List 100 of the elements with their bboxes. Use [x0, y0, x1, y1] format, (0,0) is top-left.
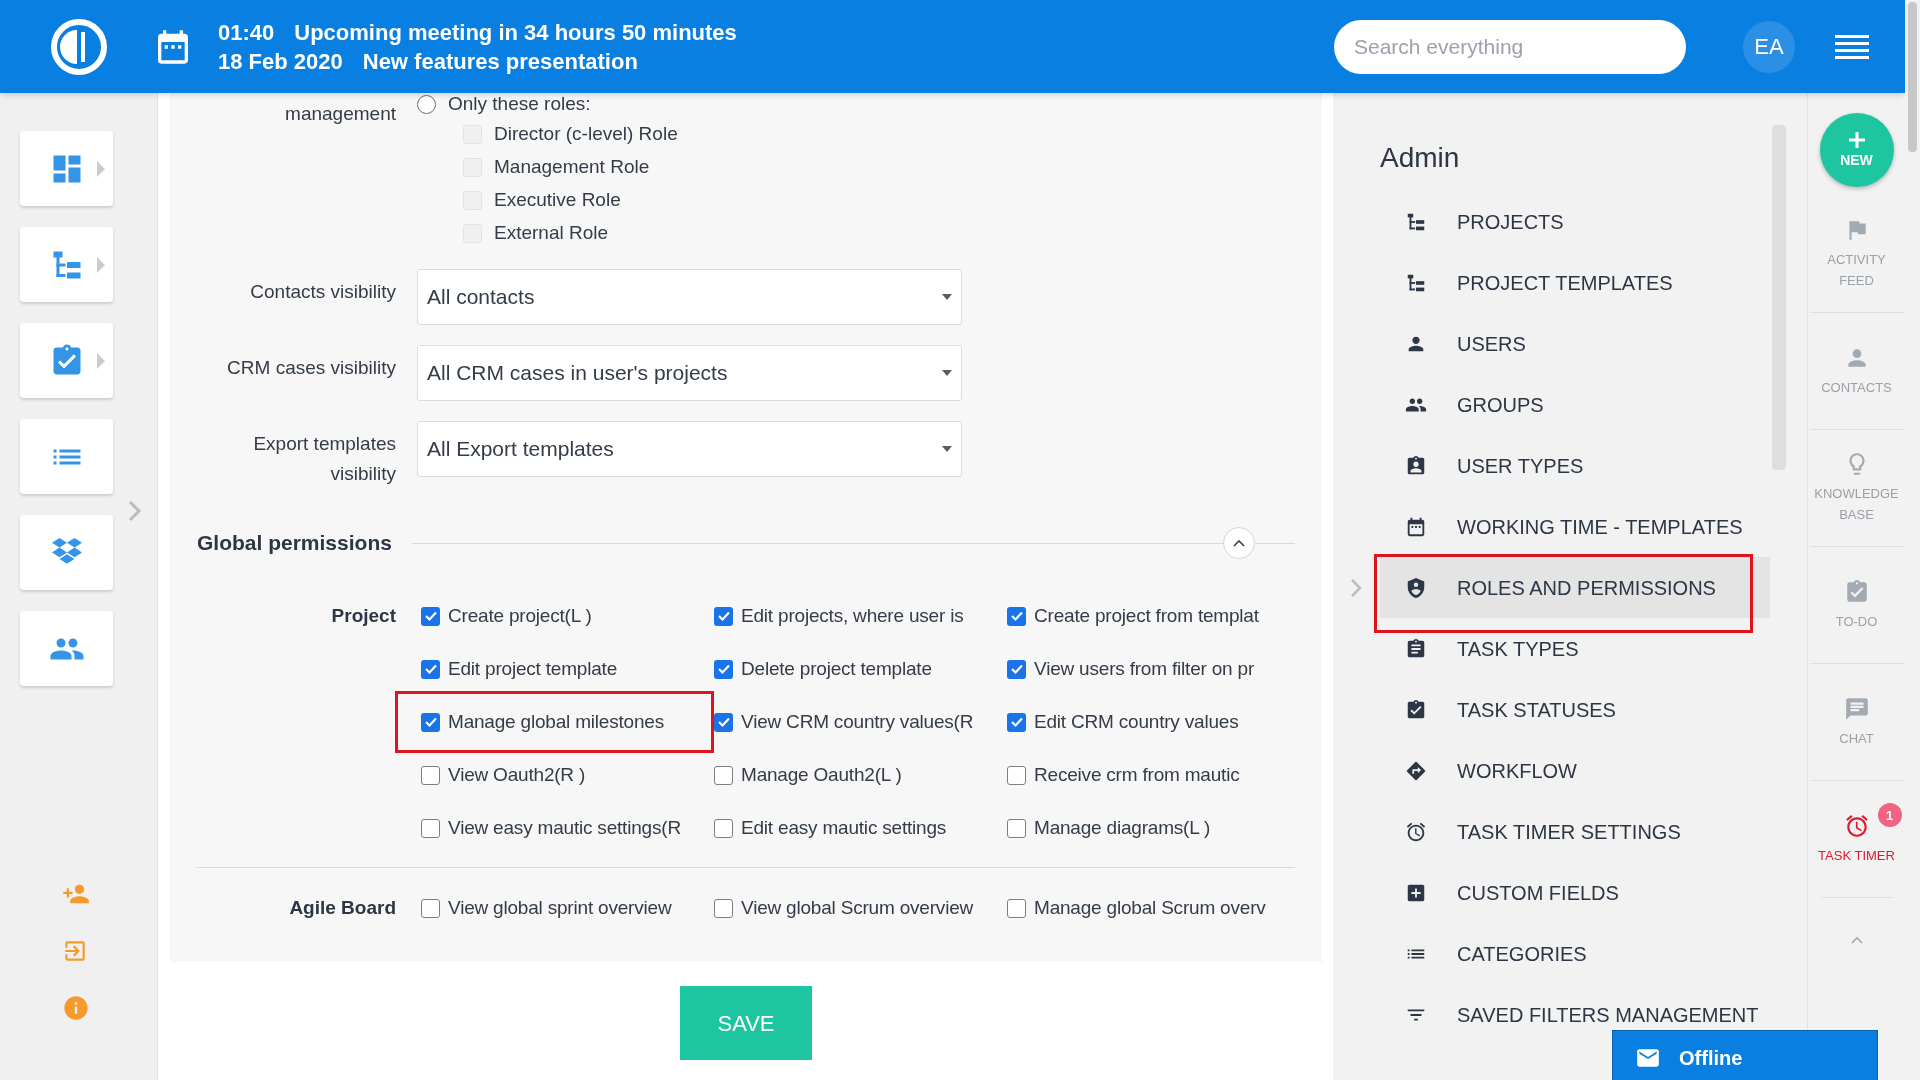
permission-label: View users from filter on pr: [1034, 656, 1255, 681]
menu-item[interactable]: WORKING TIME - TEMPLATES: [1380, 496, 1770, 557]
logo-icon[interactable]: [50, 17, 108, 76]
permission-label: Manage global milestones: [448, 709, 664, 734]
option-label: Only these roles:: [448, 91, 591, 116]
nav-card[interactable]: [20, 131, 113, 206]
checkbox[interactable]: [714, 818, 733, 838]
dropdown[interactable]: All CRM cases in user's projects: [417, 345, 962, 401]
chevron-up-icon[interactable]: [1850, 936, 1863, 944]
dropdown[interactable]: All contacts: [417, 269, 962, 325]
menu-item[interactable]: GROUPS: [1380, 374, 1770, 435]
panel-title: Admin: [1379, 141, 1461, 175]
caret-icon: [97, 161, 105, 177]
clipboard-icon: [1405, 637, 1427, 660]
field-label: Export templates visibility: [253, 433, 396, 484]
permission-label: View Oauth2(R ): [448, 762, 586, 787]
check-icon: [716, 662, 731, 676]
menu-item[interactable]: PROJECTS: [1380, 191, 1770, 252]
calendar-icon: [1405, 515, 1427, 538]
meeting-date: 18 Feb 2020: [218, 47, 343, 76]
role-label: Executive Role: [494, 188, 621, 213]
checkbox[interactable]: [421, 765, 440, 785]
menu-icon[interactable]: [1835, 33, 1869, 60]
menu-item[interactable]: TASK TYPES: [1380, 618, 1770, 679]
dropdown[interactable]: All Export templates: [417, 421, 962, 477]
permission-label: Edit project template: [448, 656, 617, 681]
check-icon: [716, 609, 731, 623]
menu-item[interactable]: PROJECT TEMPLATES: [1380, 252, 1770, 313]
meeting-title[interactable]: Upcoming meeting in 34 hours 50 minutes: [294, 17, 737, 47]
permission-label: Receive crm from mautic: [1034, 762, 1240, 787]
scrollbar-thumb[interactable]: [1908, 2, 1917, 152]
menu-item[interactable]: TASK STATUSES: [1380, 679, 1770, 740]
permission-label: Manage Oauth2(L ): [741, 762, 902, 787]
checkbox[interactable]: [714, 606, 733, 626]
search-field[interactable]: Search everything: [1334, 19, 1686, 74]
checkbox[interactable]: [714, 659, 733, 679]
permission-label: Edit CRM country values: [1034, 709, 1239, 734]
checkbox[interactable]: [421, 898, 440, 918]
nav-card[interactable]: [20, 227, 113, 302]
role-label: Management Role: [494, 155, 650, 180]
check-icon: [423, 609, 438, 623]
shield-icon: [1405, 576, 1427, 599]
group-label: Project: [331, 605, 396, 626]
nav-card[interactable]: [20, 323, 113, 398]
checkbox[interactable]: [1007, 765, 1026, 785]
alarm-clock-icon: [1405, 820, 1427, 843]
checkbox[interactable]: [1007, 606, 1026, 626]
menu-item[interactable]: TASK TIMER SETTINGS: [1380, 801, 1770, 862]
permission-label: View easy mautic settings(R: [448, 815, 681, 840]
checkbox[interactable]: [1007, 712, 1026, 732]
caret-down-icon: [942, 294, 952, 300]
checkbox[interactable]: [1007, 898, 1026, 918]
menu-item[interactable]: USERS: [1380, 313, 1770, 374]
menu-item[interactable]: CATEGORIES: [1380, 923, 1770, 984]
caret-down-icon: [942, 370, 952, 376]
permission-label: View global Scrum overview: [741, 895, 974, 920]
check-icon: [423, 715, 438, 729]
enter-icon: [62, 938, 88, 964]
diamond-arrow-icon: [1405, 759, 1427, 782]
checkbox[interactable]: [421, 818, 440, 838]
alarm-clock-icon: [1843, 812, 1870, 839]
info-icon: [62, 994, 90, 1022]
check-icon: [716, 715, 731, 729]
nav-card[interactable]: [20, 611, 113, 686]
permission-label: Manage diagrams(L ): [1034, 815, 1211, 840]
permission-label: Create project from templat: [1034, 603, 1259, 628]
role-label: External Role: [494, 221, 609, 246]
nav-card[interactable]: [20, 515, 113, 590]
checkbox[interactable]: [714, 765, 733, 785]
role-label: Director (c-level) Role: [494, 122, 678, 147]
checkbox[interactable]: [421, 606, 440, 626]
permission-label: Manage global Scrum overv: [1034, 895, 1266, 920]
meeting-time: 01:40: [218, 18, 275, 47]
section-title: Global permissions: [197, 530, 392, 557]
plus-icon: [1846, 129, 1867, 150]
radio-button[interactable]: [417, 94, 436, 114]
checkbox[interactable]: [714, 898, 733, 918]
checkbox[interactable]: [1007, 659, 1026, 679]
permission-label: Edit projects, where user is: [741, 603, 964, 628]
menu-item[interactable]: USER TYPES: [1380, 435, 1770, 496]
checkbox[interactable]: [1007, 818, 1026, 838]
check-icon: [1009, 662, 1024, 676]
caret-icon: [97, 257, 105, 273]
menu-item[interactable]: CUSTOM FIELDS: [1380, 862, 1770, 923]
checkbox[interactable]: [421, 659, 440, 679]
chat-status-bar[interactable]: Offline: [1612, 1030, 1878, 1080]
menu-item[interactable]: WORKFLOW: [1380, 740, 1770, 801]
permission-label: Delete project template: [741, 656, 932, 681]
caret-icon: [97, 353, 105, 369]
rail-item[interactable]: TASK TIMER 1: [1809, 780, 1904, 897]
clipboard-check-icon: [1405, 698, 1427, 721]
meeting-subject[interactable]: New features presentation: [362, 46, 638, 76]
permission-label: Edit easy mautic settings: [741, 815, 947, 840]
checkbox[interactable]: [421, 712, 440, 732]
chat-bubble-icon: [1843, 695, 1870, 722]
checkbox[interactable]: [714, 712, 733, 732]
menu-item[interactable]: ROLES AND PERMISSIONS: [1380, 557, 1770, 618]
permission-label: View CRM country values(R: [741, 709, 974, 734]
collapse-toggle[interactable]: [1223, 527, 1255, 559]
permission-label: Create project(L ): [448, 603, 592, 628]
